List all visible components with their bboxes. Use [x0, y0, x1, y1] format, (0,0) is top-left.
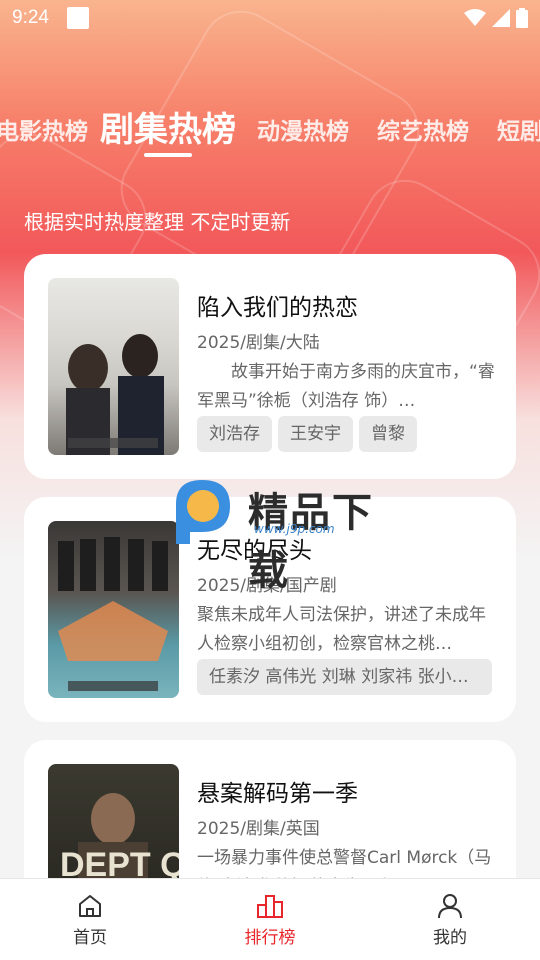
notification-icon: [66, 7, 89, 29]
tab-variety[interactable]: 综艺热榜: [377, 112, 469, 146]
nav-profile[interactable]: 我的: [360, 879, 540, 960]
card-title: 陷入我们的热恋: [197, 295, 358, 321]
profile-icon: [438, 894, 462, 919]
cast-tag[interactable]: 刘浩存: [197, 416, 272, 452]
card-meta: 2025/剧集/英国: [197, 819, 320, 839]
watermark-logo: 精品下载 www.j9p.com: [168, 474, 398, 593]
poster-image: [48, 278, 179, 455]
active-tab-indicator: [144, 153, 192, 157]
watermark-icon: [176, 480, 230, 544]
tab-series[interactable]: 剧集热榜: [100, 102, 236, 151]
card-description: 聚焦未成年人司法保护，讲述了未成年人检察小组初创，检察官林之桃…: [197, 605, 486, 654]
tab-short-drama[interactable]: 短剧: [497, 112, 540, 146]
ranking-icon: [257, 895, 283, 918]
wifi-icon: [464, 9, 486, 26]
watermark-url: www.j9p.com: [254, 522, 335, 536]
status-time: 9:24: [12, 7, 49, 28]
cast-tag[interactable]: 曾黎: [359, 416, 417, 452]
cast-tag[interactable]: 王安宇: [278, 416, 353, 452]
bottom-navigation: 首页 排行榜 我的: [0, 878, 540, 960]
status-bar: 9:24: [0, 0, 540, 36]
card-description: 故事开始于南方多雨的庆宜市，“睿军黑马”徐栀（刘浩存 饰）…: [197, 362, 495, 411]
card-title: 悬案解码第一季: [197, 781, 358, 807]
cast-tags: 刘浩存 王安宇 曾黎: [197, 416, 417, 452]
ranking-card[interactable]: 陷入我们的热恋 2025/剧集/大陆 故事开始于南方多雨的庆宜市，“睿军黑马”徐…: [24, 254, 516, 479]
nav-home[interactable]: 首页: [0, 879, 180, 960]
battery-icon: [516, 8, 528, 28]
cast-tag[interactable]: 任素汐 高伟光 刘琳 刘家祎 张小…: [197, 659, 492, 695]
tab-movies[interactable]: 电影热榜: [0, 112, 88, 146]
nav-label: 我的: [433, 928, 467, 948]
poster-image: [48, 521, 179, 698]
tab-anime[interactable]: 动漫热榜: [257, 112, 349, 146]
category-tabs: 电影热榜 剧集热榜 动漫热榜 综艺热榜 短剧: [0, 100, 540, 160]
cast-tags: 任素汐 高伟光 刘琳 刘家祎 张小…: [197, 659, 492, 695]
signal-icon: [492, 9, 510, 27]
ranking-subtitle: 根据实时热度整理 不定时更新: [24, 210, 291, 234]
home-icon: [79, 895, 101, 917]
nav-label: 排行榜: [244, 928, 296, 948]
watermark-text: 精品下载: [248, 491, 374, 593]
nav-ranking[interactable]: 排行榜: [180, 879, 360, 960]
card-meta: 2025/剧集/大陆: [197, 333, 320, 353]
nav-label: 首页: [73, 928, 107, 948]
